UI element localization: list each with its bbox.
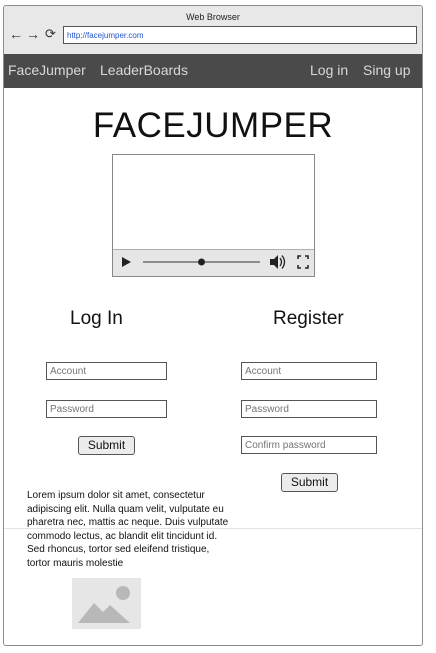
nav-login[interactable]: Log in [310,62,348,78]
nav-leaderboards[interactable]: LeaderBoards [100,62,188,78]
register-password-input[interactable] [241,400,377,418]
register-account-input[interactable] [241,362,377,380]
video-controls [113,249,314,276]
browser-titlebar: Web Browser ← → ⟳ http://facejumper.com [4,6,422,55]
address-bar[interactable]: http://facejumper.com [63,26,417,44]
fullscreen-icon[interactable] [297,255,309,269]
nav-facejumper[interactable]: FaceJumper [8,62,86,78]
image-placeholder-icon [78,586,130,623]
back-arrow-icon[interactable]: ← [9,24,23,44]
page-title: FACEJUMPER [92,106,334,145]
reload-icon[interactable]: ⟳ [45,24,56,44]
video-player[interactable] [112,154,315,277]
login-password-input[interactable] [46,400,167,418]
login-title: Log In [70,308,123,329]
play-icon[interactable] [122,257,131,267]
register-confirm-password-input[interactable] [241,436,377,454]
seek-knob[interactable] [198,258,205,266]
url-text: http://facejumper.com [67,31,144,40]
forward-arrow-icon[interactable]: → [26,24,40,44]
site-navbar: FaceJumper LeaderBoards Log in Sing up [4,54,422,88]
browser-window: Web Browser ← → ⟳ http://facejumper.com … [3,5,423,646]
window-title: Web Browser [186,12,240,22]
register-title: Register [273,308,344,329]
login-submit-button[interactable]: Submit [78,436,135,455]
body-text: Lorem ipsum dolor sit amet, consectetur … [27,490,229,569]
image-placeholder [72,578,141,629]
register-submit-button[interactable]: Submit [281,473,338,492]
login-account-input[interactable] [46,362,167,380]
volume-icon[interactable] [270,255,286,269]
nav-signup[interactable]: Sing up [363,62,410,78]
